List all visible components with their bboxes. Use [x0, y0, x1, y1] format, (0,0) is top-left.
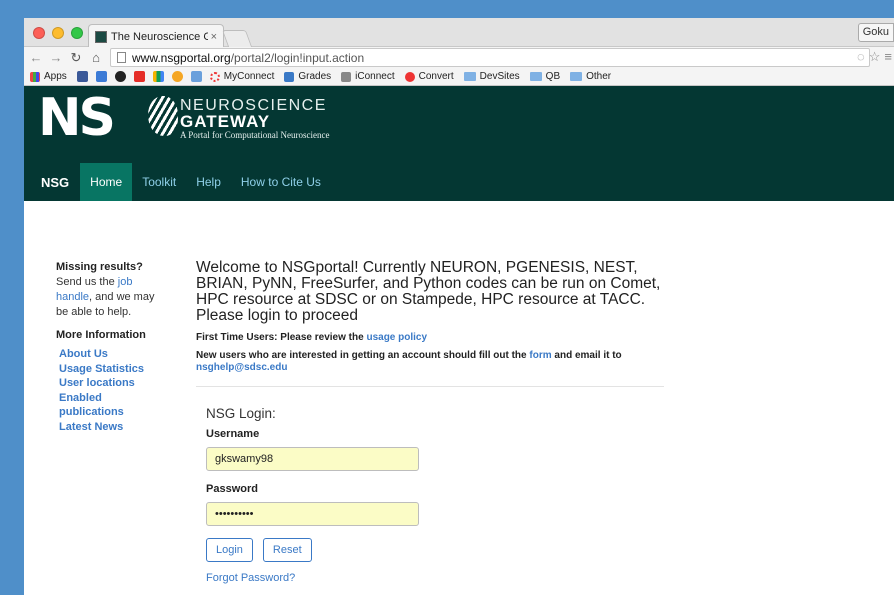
grades-icon [284, 71, 295, 82]
forgot-password-link[interactable]: Forgot Password? [206, 572, 676, 584]
address-bar[interactable]: www.nsgportal.org/portal2/login!input.ac… [110, 48, 870, 67]
login-buttons: Login Reset [206, 538, 676, 562]
first-time-pre: First Time Users: Please review the [196, 332, 364, 343]
more-information-title: More Information [56, 329, 146, 341]
github-icon[interactable] [114, 71, 126, 82]
tab-title: The Neuroscience Gateway [111, 30, 208, 43]
welcome-message: Welcome to NSGportal! Currently NEURON, … [196, 259, 661, 324]
forward-arrow-icon[interactable]: → [48, 50, 64, 65]
myconnect-icon [209, 71, 220, 82]
sidebar-link-enabled-publications[interactable]: Enabled publications [59, 391, 168, 420]
brain-logo-icon[interactable] [148, 96, 178, 136]
apps-grid-icon [30, 71, 40, 82]
nav-help[interactable]: Help [186, 163, 231, 201]
bookmark-grades[interactable]: Grades [284, 71, 331, 82]
bookmark-devsites[interactable]: DevSites [463, 71, 520, 82]
profile-button[interactable]: Goku [857, 23, 894, 42]
login-title: NSG Login: [206, 406, 276, 421]
mail-icon[interactable] [95, 71, 107, 82]
home-icon[interactable]: ⌂ [88, 50, 104, 65]
menu-icon[interactable]: ≡ [884, 49, 892, 65]
facebook-icon[interactable] [76, 71, 88, 82]
login-button[interactable]: Login [206, 538, 253, 562]
reload-icon[interactable]: ↻ [68, 50, 84, 66]
close-window-button[interactable] [33, 27, 45, 39]
main-content: Welcome to NSGportal! Currently NEURON, … [196, 260, 676, 584]
new-tab-button[interactable] [221, 30, 253, 47]
sidebar: Missing results? Send us the job handle,… [56, 260, 168, 434]
window-controls [33, 27, 83, 39]
folder-icon [529, 72, 542, 81]
reset-button[interactable]: Reset [262, 538, 312, 562]
password-input[interactable]: •••••••••• [206, 502, 419, 526]
missing-results-title: Missing results? [56, 261, 143, 273]
bookmark-other[interactable]: Other [570, 71, 611, 82]
bookmark-qb[interactable]: QB [529, 71, 561, 82]
convert-icon [404, 71, 415, 82]
missing-pre: Send us the [56, 276, 115, 288]
sidebar-link-user-locations[interactable]: User locations [59, 376, 168, 391]
url-domain: www.nsgportal.org [132, 50, 231, 65]
page-icon [117, 52, 126, 63]
favicon-icon [95, 30, 107, 43]
extension-icon[interactable]: ◌ [857, 49, 865, 65]
bookmark-label: Other [586, 71, 612, 82]
bookmark-apps[interactable]: Apps [30, 71, 67, 82]
bookmark-label: Grades [298, 71, 332, 82]
browser-window: The Neuroscience Gateway × Goku ← → ↻ ⌂ … [24, 18, 894, 595]
iconnect-icon [341, 71, 352, 82]
sidebar-link-about-us[interactable]: About Us [59, 347, 168, 362]
logo-tagline: A Portal for Computational Neuroscience [180, 130, 330, 140]
form-link[interactable]: form [529, 350, 551, 361]
nav-how-to-cite[interactable]: How to Cite Us [231, 163, 331, 201]
sidebar-link-usage-statistics[interactable]: Usage Statistics [59, 362, 168, 377]
drive-icon[interactable] [152, 71, 164, 82]
youtube-icon[interactable] [133, 71, 145, 82]
bookmark-label: Apps [44, 71, 67, 82]
bookmark-label: DevSites [479, 71, 520, 82]
maximize-window-button[interactable] [71, 27, 83, 39]
nav-brand[interactable]: NSG [24, 163, 80, 201]
bookmark-label: Convert [418, 71, 454, 82]
title-bar: The Neuroscience Gateway × Goku [24, 18, 894, 48]
new-users-mid: and email it to [554, 350, 622, 361]
bookmarks-bar: Apps MyConnect Grades iConnect Convert D… [24, 68, 894, 86]
sidebar-link-latest-news[interactable]: Latest News [59, 420, 168, 435]
sidebar-links: About Us Usage Statistics User locations… [56, 347, 168, 434]
bookmark-label: iConnect [355, 71, 395, 82]
folder-icon [463, 72, 476, 81]
email-link[interactable]: nsghelp@sdsc.edu [196, 362, 287, 373]
site-nav: NSG Home Toolkit Help How to Cite Us [24, 163, 894, 201]
username-input[interactable]: gkswamy98 [206, 447, 419, 471]
nav-toolkit[interactable]: Toolkit [132, 163, 186, 201]
bookmark-label: MyConnect [223, 71, 275, 82]
bookmark-label: QB [545, 71, 561, 82]
new-users-note: New users who are interested in getting … [196, 350, 676, 374]
logo-gateway: GATEWAY [180, 112, 271, 131]
username-label: Username [206, 428, 260, 440]
sun-icon[interactable] [171, 71, 183, 82]
bookmark-convert[interactable]: Convert [404, 71, 454, 82]
minimize-window-button[interactable] [52, 27, 64, 39]
back-arrow-icon[interactable]: ← [28, 50, 44, 65]
login-form: NSG Login: Username gkswamy98 Password •… [206, 406, 676, 584]
browser-toolbar: ← → ↻ ⌂ www.nsgportal.org/portal2/login!… [24, 47, 894, 68]
logo-letters[interactable]: NS [38, 92, 116, 144]
pb-icon[interactable] [190, 71, 202, 82]
nav-home[interactable]: Home [80, 163, 133, 201]
new-users-pre: New users who are interested in getting … [196, 350, 527, 361]
usage-policy-link[interactable]: usage policy [366, 332, 427, 343]
site-header: NS NEUROSCIENCE GATEWAY A Portal for Com… [24, 86, 894, 163]
bookmark-star-icon[interactable]: ☆ [869, 49, 881, 65]
tab-close-icon[interactable]: × [211, 31, 217, 43]
url-path: /portal2/login!input.action [230, 50, 365, 65]
password-label: Password [206, 483, 258, 495]
bookmark-iconnect[interactable]: iConnect [341, 71, 395, 82]
first-time-note: First Time Users: Please review the usag… [196, 332, 676, 344]
divider [196, 386, 664, 387]
bookmark-myconnect[interactable]: MyConnect [209, 71, 275, 82]
browser-tab[interactable]: The Neuroscience Gateway × [88, 24, 224, 48]
missing-results-text: Send us the job handle, and we may be ab… [56, 275, 168, 320]
folder-icon [570, 72, 583, 81]
